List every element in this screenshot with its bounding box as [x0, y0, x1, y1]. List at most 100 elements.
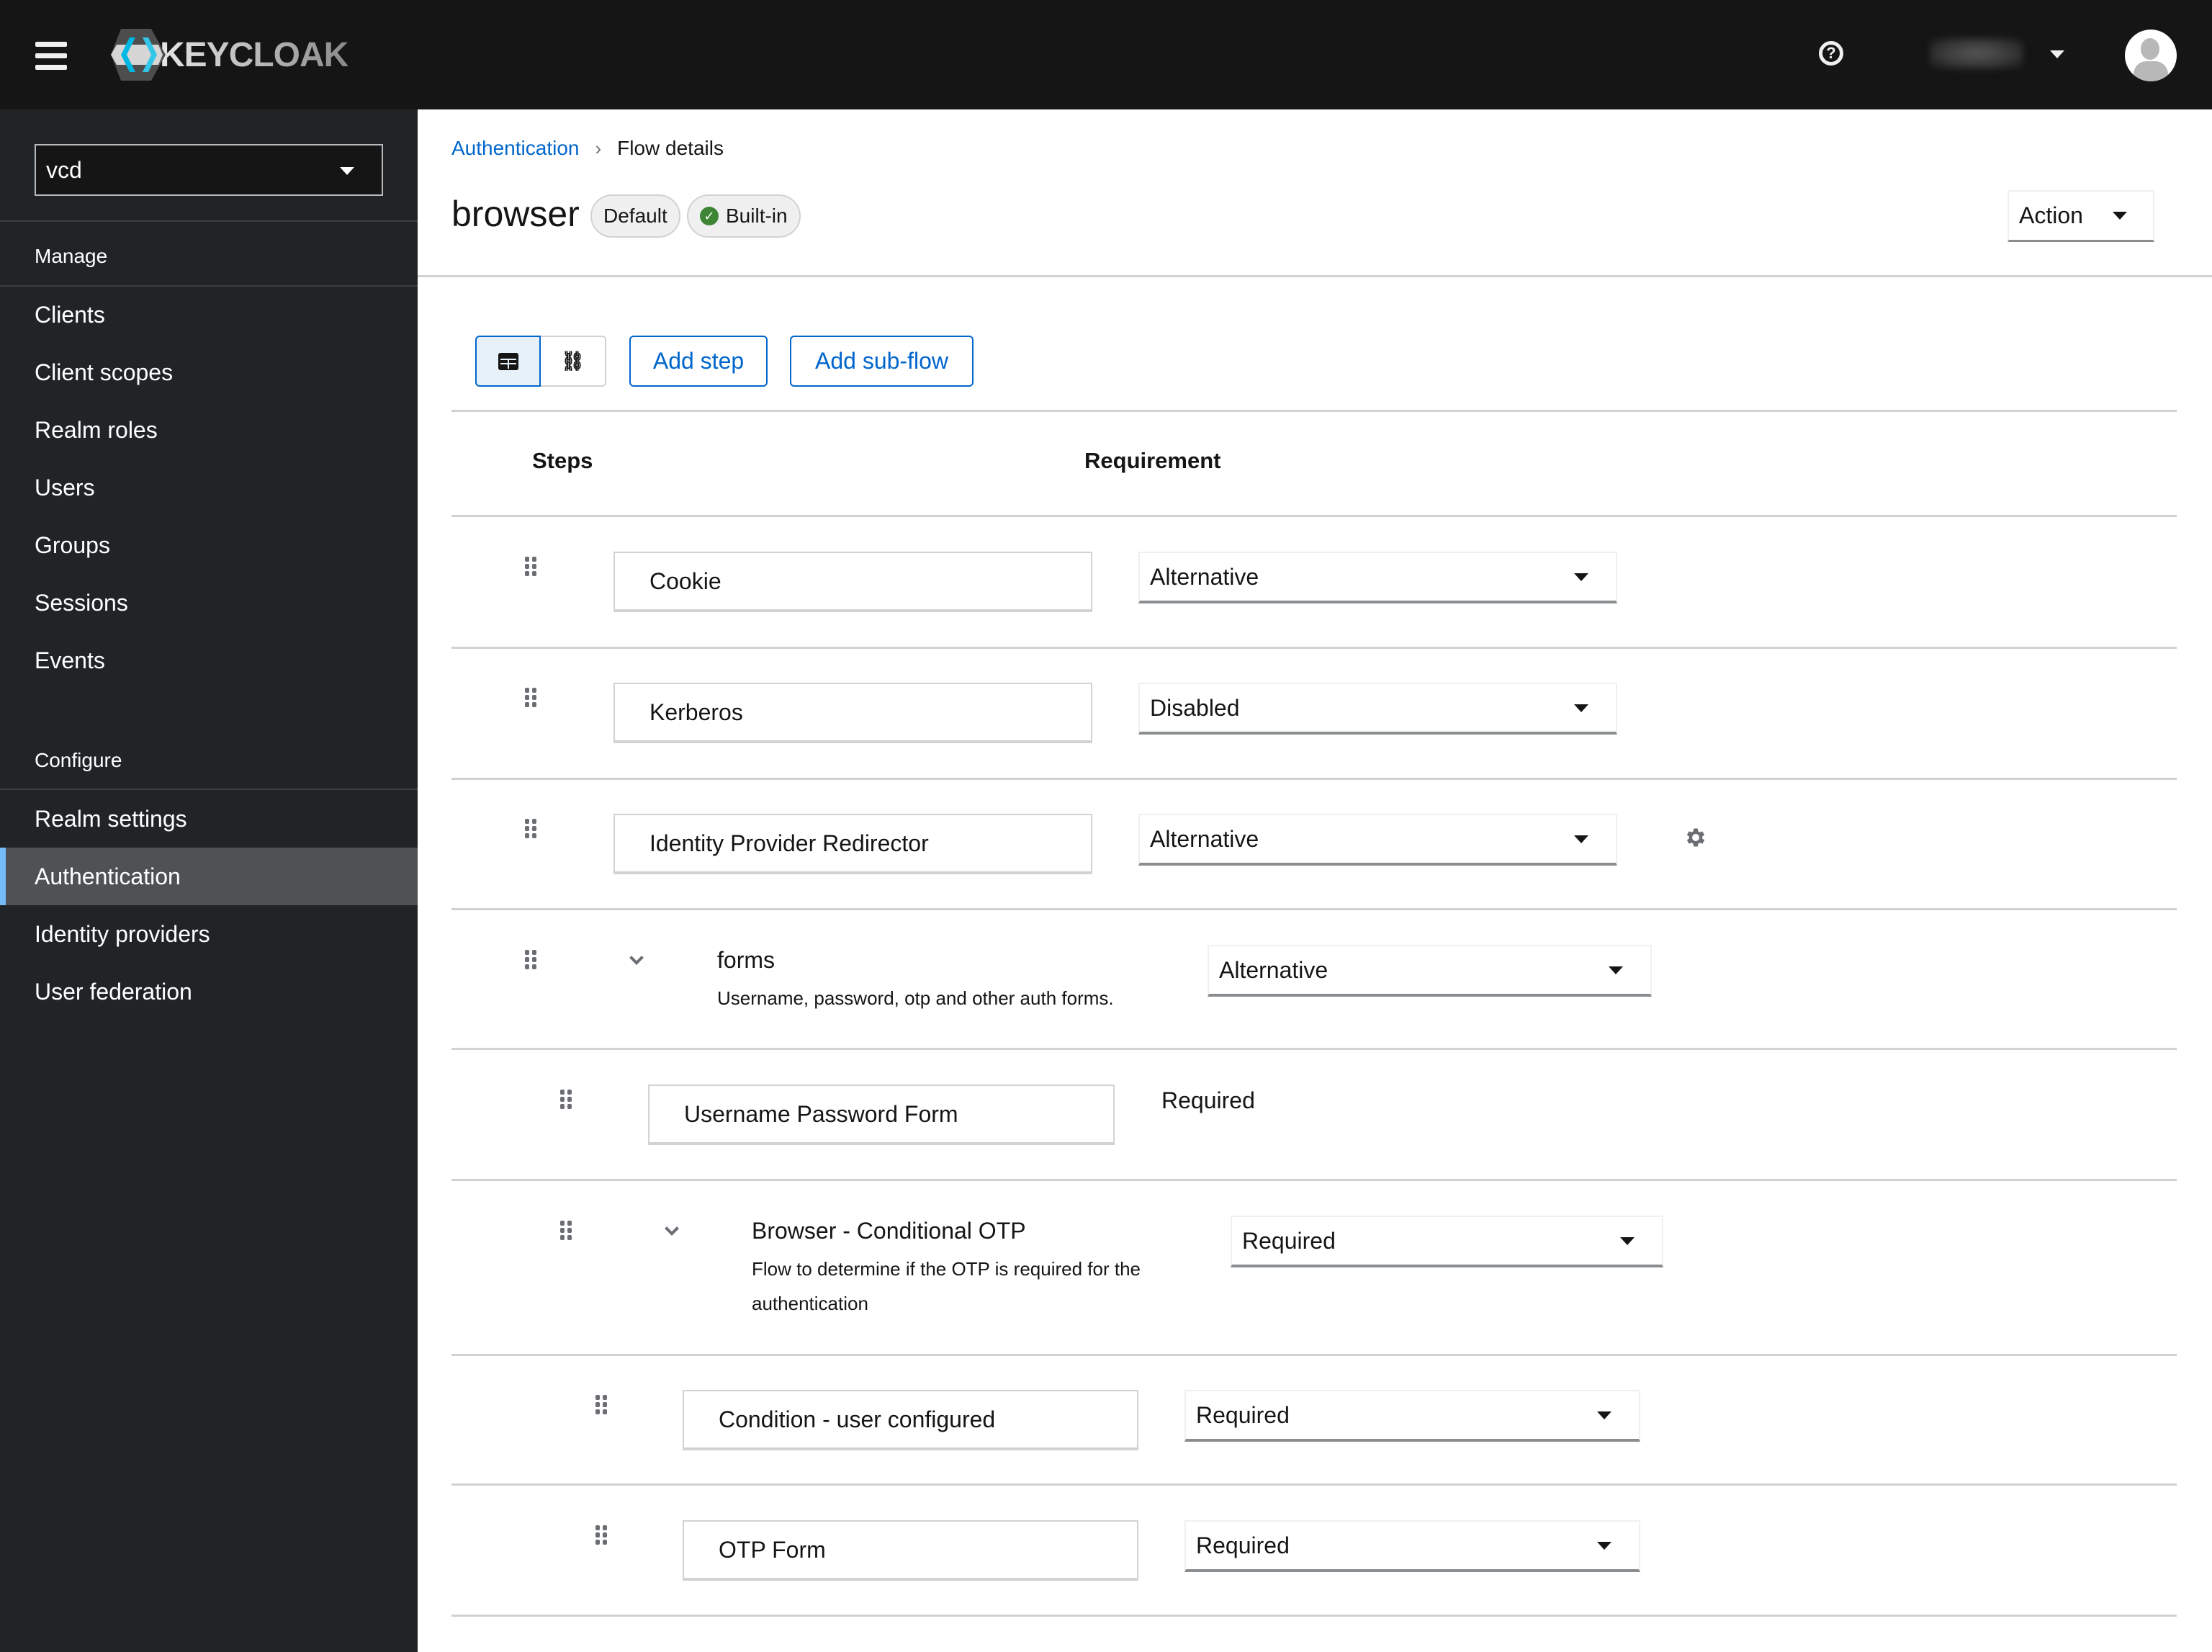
requirement-static-username-password-form: Required [1161, 1087, 1255, 1113]
user-menu-caret-down-icon[interactable] [2050, 50, 2064, 58]
realm-selector-value: vcd [46, 156, 82, 183]
step-name-identity-provider-redirector: Identity Provider Redirector [613, 814, 1092, 874]
help-icon[interactable]: ? [1819, 41, 1843, 66]
table-icon [498, 352, 518, 370]
built-in-label: ✓ Built-in [687, 194, 801, 238]
sidebar-item-events[interactable]: Events [0, 632, 418, 689]
breadcrumb: Authentication › Flow details [451, 137, 724, 160]
caret-down-icon [2113, 212, 2127, 220]
expand-chevron-down-icon[interactable] [664, 1224, 678, 1238]
table-view-toggle[interactable] [475, 336, 541, 387]
gear-icon[interactable] [1683, 825, 1708, 850]
drag-handle-icon[interactable] [595, 1525, 608, 1545]
row-divider [451, 778, 2177, 780]
avatar-head-icon [2141, 38, 2159, 60]
brand-name: KEYCLOAK [160, 35, 349, 74]
requirement-select-otp-form[interactable]: Required [1184, 1520, 1640, 1572]
diagram-icon: ⛓ [560, 350, 585, 372]
sidebar-item-sessions[interactable]: Sessions [0, 574, 418, 632]
caret-down-icon [340, 167, 354, 175]
view-toggle-group: ⛓ [475, 336, 606, 387]
caret-down-icon [1609, 966, 1623, 974]
action-dropdown-label: Action [2019, 202, 2083, 228]
column-header-steps: Steps [532, 448, 593, 473]
row-divider [451, 1179, 2177, 1181]
requirement-value: Required [1196, 1532, 1290, 1558]
sidebar-item-clients[interactable]: Clients [0, 286, 418, 344]
requirement-select-browser-conditional-otp[interactable]: Required [1231, 1216, 1663, 1267]
step-name-otp-form: OTP Form [683, 1520, 1138, 1581]
sidebar-item-users[interactable]: Users [0, 459, 418, 516]
row-divider [451, 1048, 2177, 1050]
flow-description-line-2: authentication [752, 1293, 868, 1314]
sidebar-item-user-federation[interactable]: User federation [0, 963, 418, 1020]
caret-down-icon [1620, 1237, 1635, 1245]
caret-down-icon [1574, 835, 1588, 843]
row-divider [451, 647, 2177, 649]
requirement-select-cookie[interactable]: Alternative [1138, 552, 1617, 603]
user-avatar[interactable] [2125, 30, 2177, 81]
breadcrumb-separator-icon: › [595, 137, 602, 159]
drag-handle-icon[interactable] [525, 819, 538, 839]
requirement-select-condition-user-configured[interactable]: Required [1184, 1390, 1640, 1442]
breadcrumb-authentication-link[interactable]: Authentication [451, 137, 579, 160]
caret-down-icon [1574, 573, 1588, 581]
flow-name-browser-conditional-otp: Browser - Conditional OTP [752, 1218, 1026, 1244]
sidebar-item-groups[interactable]: Groups [0, 516, 418, 574]
default-label-text: Default [603, 205, 667, 227]
sidebar-item-realm-roles[interactable]: Realm roles [0, 401, 418, 459]
check-circle-icon: ✓ [700, 207, 719, 225]
requirement-select-identity-provider-redirector[interactable]: Alternative [1138, 814, 1617, 866]
header-divider [418, 275, 2212, 277]
flow-name-forms: forms [717, 947, 775, 973]
row-divider [451, 1354, 2177, 1356]
toolbar-divider [451, 410, 2177, 412]
sidebar-item-authentication[interactable]: Authentication [0, 848, 418, 905]
requirement-value: Alternative [1150, 563, 1259, 590]
caret-down-icon [1574, 704, 1588, 712]
add-step-button[interactable]: Add step [629, 336, 768, 387]
row-divider [451, 908, 2177, 910]
requirement-value: Alternative [1150, 825, 1259, 852]
keycloak-logo-icon [111, 29, 166, 81]
sidebar-item-client-scopes[interactable]: Client scopes [0, 344, 418, 401]
step-name-username-password-form: Username Password Form [648, 1085, 1115, 1145]
sidebar-item-identity-providers[interactable]: Identity providers [0, 905, 418, 963]
table-header-divider [451, 515, 2177, 517]
requirement-select-forms[interactable]: Alternative [1208, 945, 1652, 997]
drag-handle-icon[interactable] [560, 1090, 573, 1110]
keycloak-logo[interactable]: KEYCLOAK [111, 29, 349, 81]
page-title: browser [451, 194, 580, 234]
expand-chevron-down-icon[interactable] [629, 953, 643, 967]
drag-handle-icon[interactable] [595, 1395, 608, 1415]
add-sub-flow-button[interactable]: Add sub-flow [790, 336, 974, 387]
sidebar-item-realm-settings[interactable]: Realm settings [0, 790, 418, 848]
username-redacted[interactable] [1930, 37, 2023, 69]
requirement-value: Required [1242, 1227, 1336, 1254]
flow-description-forms: Username, password, otp and other auth f… [717, 987, 1114, 1009]
sidebar-section-manage: Manage [35, 245, 108, 267]
step-name-cookie: Cookie [613, 552, 1092, 612]
hamburger-menu-icon[interactable] [35, 40, 67, 70]
drag-handle-icon[interactable] [525, 950, 538, 970]
sidebar-section-configure: Configure [35, 749, 122, 771]
caret-down-icon [1597, 1542, 1611, 1550]
masthead: KEYCLOAK ? [0, 0, 2212, 109]
sidebar-divider [0, 220, 418, 222]
diagram-view-toggle[interactable]: ⛓ [541, 336, 606, 387]
step-name-kerberos: Kerberos [613, 683, 1092, 743]
avatar-body-icon [2134, 61, 2168, 81]
realm-selector[interactable]: vcd [35, 144, 383, 196]
drag-handle-icon[interactable] [525, 688, 538, 708]
caret-down-icon [1597, 1411, 1611, 1419]
drag-handle-icon[interactable] [525, 557, 538, 577]
column-header-requirement: Requirement [1084, 448, 1221, 473]
action-dropdown[interactable]: Action [2008, 190, 2154, 242]
built-in-label-text: Built-in [726, 205, 788, 227]
default-label: Default [590, 194, 680, 238]
drag-handle-icon[interactable] [560, 1221, 573, 1241]
requirement-value: Required [1196, 1401, 1290, 1428]
step-name-condition-user-configured: Condition - user configured [683, 1390, 1138, 1450]
requirement-select-kerberos[interactable]: Disabled [1138, 683, 1617, 735]
flow-description-line-1: Flow to determine if the OTP is required… [752, 1258, 1141, 1280]
